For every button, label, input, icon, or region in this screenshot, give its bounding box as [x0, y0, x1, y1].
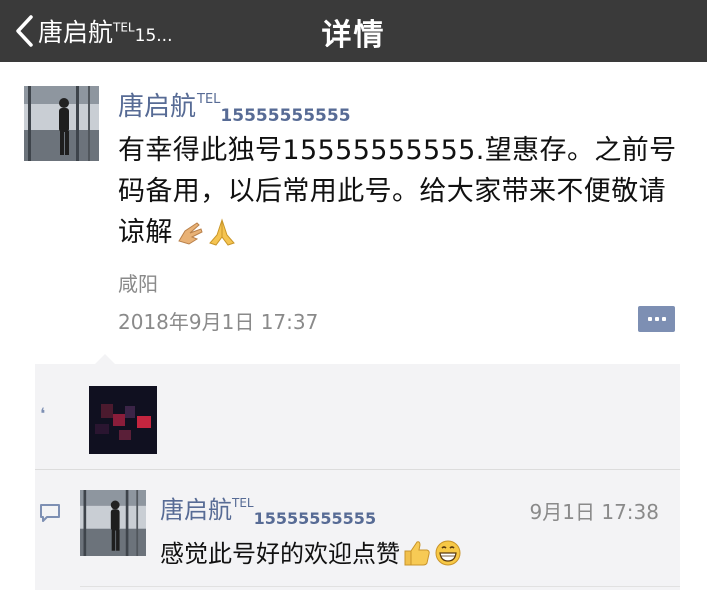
- commenter-avatar-photo: [80, 490, 146, 556]
- back-label: 唐启航TEL15...: [38, 18, 173, 47]
- comment-text[interactable]: 感觉此号好的欢迎点赞: [160, 534, 462, 573]
- navbar: 唐启航TEL15... 详情: [0, 0, 707, 62]
- post-text: 有幸得此独号15555555555.望惠存。之前号码备用，以后常用此号。给大家带…: [118, 130, 688, 259]
- post-timestamp: 2018年9月1日 17:37: [118, 310, 319, 334]
- comment-icon: [38, 501, 62, 529]
- comment-bubble-icon[interactable]: [638, 306, 675, 332]
- author-name[interactable]: 唐启航TEL15555555555: [118, 86, 351, 126]
- commenter-name[interactable]: 唐启航TEL15555555555: [160, 490, 376, 528]
- chevron-left-icon: [16, 15, 33, 47]
- panel-divider: [35, 469, 680, 470]
- commenter-avatar[interactable]: [80, 490, 146, 556]
- comment-timestamp: 9月1日 17:38: [529, 500, 659, 524]
- panel-bottom-line: [80, 586, 680, 587]
- liker-avatar[interactable]: [89, 386, 157, 454]
- folded-hands-emoji: [207, 217, 237, 259]
- author-avatar[interactable]: [24, 86, 99, 161]
- like-icon: ❛: [40, 404, 46, 423]
- thumbs-up-emoji: [402, 539, 432, 573]
- avatar-photo: [24, 86, 99, 161]
- grinning-emoji: [434, 539, 462, 573]
- liker-avatar-photo: [89, 386, 157, 454]
- panel-caret: [95, 354, 115, 364]
- back-button[interactable]: 唐启航TEL15...: [14, 9, 172, 53]
- raised-hand-emoji: [175, 217, 205, 259]
- post-location[interactable]: 咸阳: [118, 268, 158, 297]
